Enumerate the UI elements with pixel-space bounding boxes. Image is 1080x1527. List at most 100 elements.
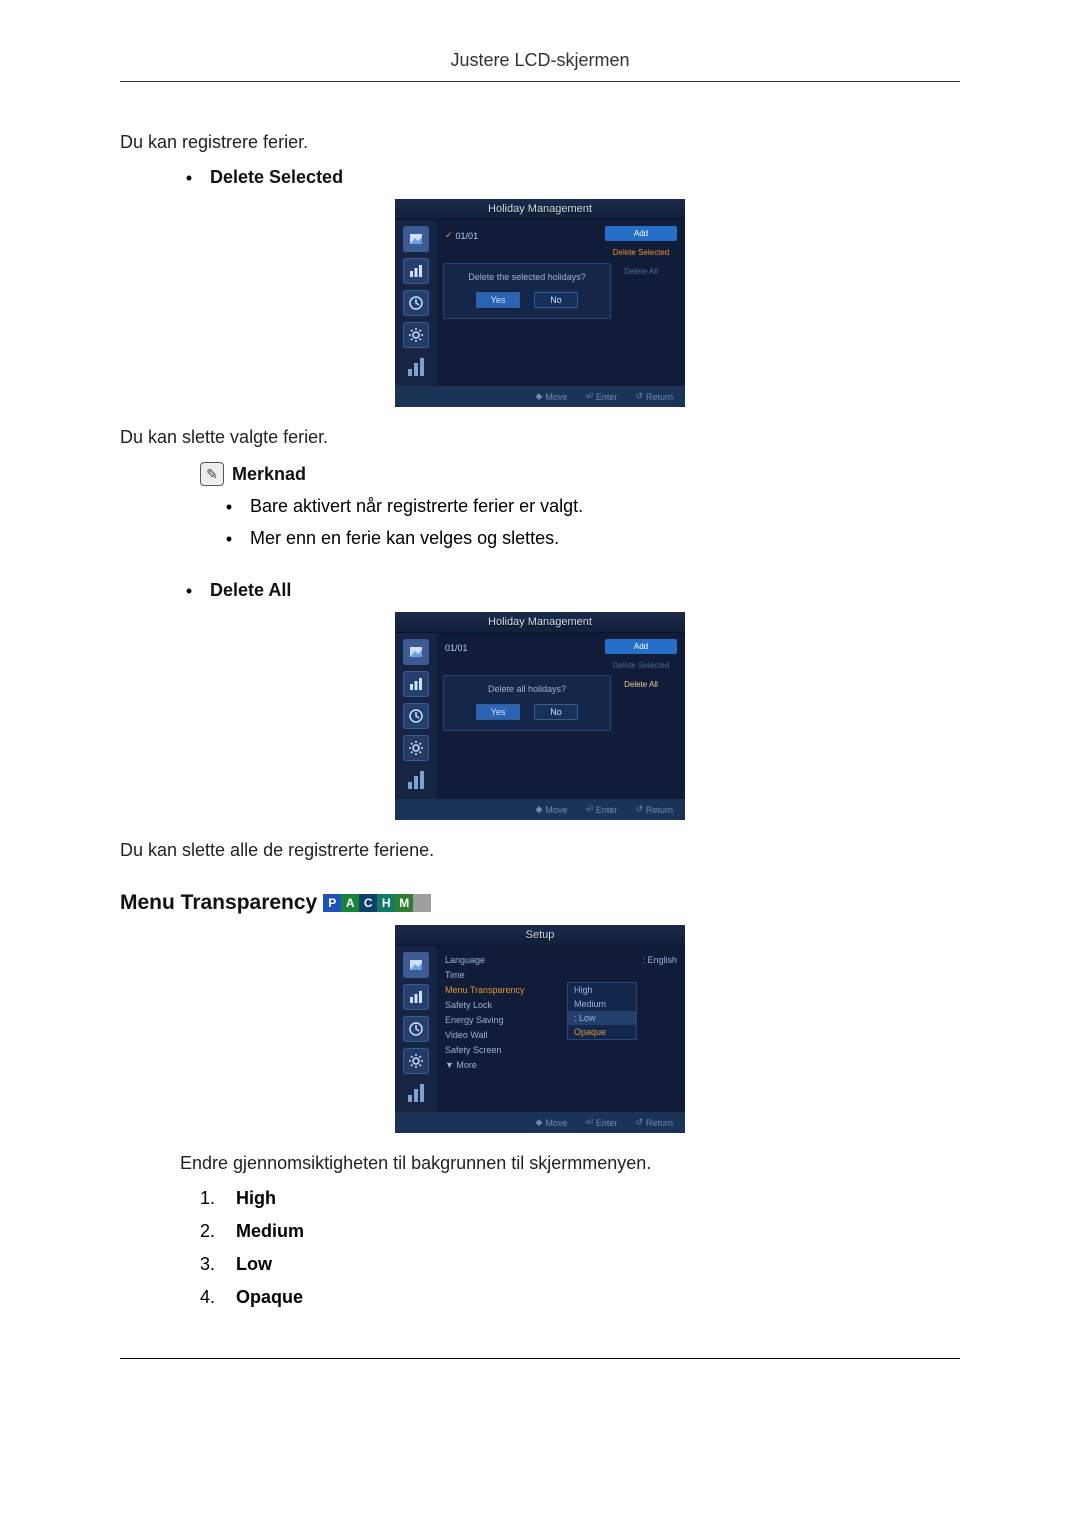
setup-row-more[interactable]: ▼ More bbox=[443, 1059, 679, 1071]
list-label: High bbox=[236, 1188, 276, 1209]
option-medium[interactable]: Medium bbox=[568, 997, 636, 1011]
footer-return-label: Return bbox=[646, 392, 673, 402]
list-item-opaque: 4. Opaque bbox=[200, 1287, 960, 1308]
bars-icon bbox=[403, 1080, 429, 1106]
no-button[interactable]: No bbox=[534, 704, 578, 720]
osd-body: ✓ 01/01 Add Delete Selected Delete All D… bbox=[395, 220, 685, 386]
clock-icon bbox=[403, 703, 429, 729]
osd-dialog-buttons: Yes No bbox=[452, 292, 602, 308]
setup-row-energy-saving[interactable]: Energy Saving bbox=[443, 1014, 679, 1026]
clock-icon bbox=[403, 290, 429, 316]
tag-m: M bbox=[395, 894, 413, 912]
row-label: ▼ More bbox=[445, 1060, 477, 1070]
transparency-options-list: 1. High 2. Medium 3. Low 4. Opaque bbox=[200, 1188, 960, 1308]
tag-p: P bbox=[323, 894, 341, 912]
osd-date: 01/01 bbox=[456, 231, 479, 241]
gear-icon bbox=[403, 1048, 429, 1074]
osd-action-delete-selected[interactable]: Delete Selected bbox=[605, 245, 677, 260]
setup-row-safety-screen[interactable]: Safety Screen bbox=[443, 1044, 679, 1056]
row-label: Safety Lock bbox=[445, 1000, 492, 1010]
footer-divider bbox=[120, 1358, 960, 1359]
note-label: Merknad bbox=[232, 464, 306, 485]
footer-return: ↺ Return bbox=[635, 391, 673, 402]
list-label: Low bbox=[236, 1254, 272, 1275]
osd-sidebar bbox=[395, 946, 437, 1112]
bullet-dot-icon: • bbox=[220, 496, 238, 518]
opt-label: Low bbox=[579, 1013, 596, 1023]
picture-icon bbox=[403, 639, 429, 665]
chart-icon bbox=[403, 258, 429, 284]
footer-return: ↺ Return bbox=[635, 1117, 673, 1128]
list-item-low: 3. Low bbox=[200, 1254, 960, 1275]
footer-move: ◆ Move bbox=[535, 804, 567, 815]
osd-delete-selected: Holiday Management bbox=[395, 199, 685, 407]
tag-blank bbox=[413, 894, 431, 912]
osd-footer: ◆ Move ⏎ Enter ↺ Return bbox=[395, 386, 685, 407]
note-icon: ✎ bbox=[200, 462, 224, 486]
osd-footer: ◆ Move ⏎ Enter ↺ Return bbox=[395, 1112, 685, 1133]
osd-action-add[interactable]: Add bbox=[605, 226, 677, 241]
footer-enter: ⏎ Enter bbox=[585, 804, 617, 815]
bullet-delete-selected: • Delete Selected bbox=[180, 167, 960, 189]
bullet-dot-icon: • bbox=[180, 580, 198, 602]
osd-sidebar bbox=[395, 633, 437, 799]
menu-transparency-heading: Menu Transparency bbox=[120, 891, 317, 915]
bullet-delete-all: • Delete All bbox=[180, 580, 960, 602]
setup-row-safety-lock[interactable]: Safety Lock bbox=[443, 999, 679, 1011]
osd-main: Language : English Time Menu Transparenc… bbox=[437, 946, 685, 1112]
yes-button[interactable]: Yes bbox=[476, 704, 520, 720]
row-value: : English bbox=[642, 955, 677, 965]
osd-delete-selected-wrap: Holiday Management bbox=[120, 199, 960, 407]
row-label: Energy Saving bbox=[445, 1015, 504, 1025]
row-label: Language bbox=[445, 955, 485, 965]
menu-transparency-after: Endre gjennomsiktigheten til bakgrunnen … bbox=[180, 1153, 960, 1174]
list-number: 4. bbox=[200, 1287, 222, 1308]
delete-all-after: Du kan slette alle de registrerte ferien… bbox=[120, 840, 960, 861]
page: Justere LCD-skjermen Du kan registrere f… bbox=[0, 0, 1080, 1419]
osd-delete-all: Holiday Management bbox=[395, 612, 685, 820]
row-label: Menu Transparency bbox=[445, 985, 525, 995]
list-number: 3. bbox=[200, 1254, 222, 1275]
bullet-delete-all-label: Delete All bbox=[210, 580, 291, 601]
check-icon: ✓ bbox=[445, 230, 453, 241]
footer-enter: ⏎ Enter bbox=[585, 391, 617, 402]
osd-main: ✓ 01/01 Add Delete Selected Delete All D… bbox=[437, 220, 685, 386]
tag-h: H bbox=[377, 894, 395, 912]
setup-row-menu-transparency[interactable]: Menu Transparency bbox=[443, 984, 679, 996]
list-item-medium: 2. Medium bbox=[200, 1221, 960, 1242]
note-bullet-2: • Mer enn en ferie kan velges og slettes… bbox=[220, 528, 960, 550]
osd-action-delete-selected[interactable]: Delete Selected bbox=[605, 658, 677, 673]
option-low[interactable]: : Low bbox=[568, 1011, 636, 1025]
osd-body: Language : English Time Menu Transparenc… bbox=[395, 946, 685, 1112]
row-label: Time bbox=[445, 970, 465, 980]
osd-delete-all-wrap: Holiday Management bbox=[120, 612, 960, 820]
osd-title: Setup bbox=[395, 925, 685, 946]
setup-row-language[interactable]: Language : English bbox=[443, 954, 679, 966]
chart-icon bbox=[403, 671, 429, 697]
setup-row-video-wall[interactable]: Video Wall bbox=[443, 1029, 679, 1041]
bars-icon bbox=[403, 767, 429, 793]
bullet-delete-selected-label: Delete Selected bbox=[210, 167, 343, 188]
osd-setup-wrap: Setup bbox=[120, 925, 960, 1133]
option-high[interactable]: High bbox=[568, 983, 636, 997]
option-opaque[interactable]: Opaque bbox=[568, 1025, 636, 1039]
osd-action-delete-all[interactable]: Delete All bbox=[605, 264, 677, 279]
osd-action-delete-all[interactable]: Delete All bbox=[605, 677, 677, 692]
setup-row-time[interactable]: Time bbox=[443, 969, 679, 981]
osd-action-add[interactable]: Add bbox=[605, 639, 677, 654]
osd-confirm-dialog: Delete the selected holidays? Yes No bbox=[443, 263, 611, 319]
picture-icon bbox=[403, 226, 429, 252]
row-label: Safety Screen bbox=[445, 1045, 502, 1055]
osd-setup: Setup bbox=[395, 925, 685, 1133]
osd-title: Holiday Management bbox=[395, 199, 685, 220]
page-title: Justere LCD-skjermen bbox=[120, 50, 960, 82]
osd-dialog-question: Delete all holidays? bbox=[452, 684, 602, 694]
footer-move-label: Move bbox=[545, 392, 567, 402]
intro-text: Du kan registrere ferier. bbox=[120, 132, 960, 153]
osd-setup-list: Language : English Time Menu Transparenc… bbox=[443, 952, 679, 1073]
yes-button[interactable]: Yes bbox=[476, 292, 520, 308]
no-button[interactable]: No bbox=[534, 292, 578, 308]
list-number: 1. bbox=[200, 1188, 222, 1209]
footer-move: ◆ Move bbox=[535, 391, 567, 402]
osd-date: 01/01 bbox=[445, 643, 468, 653]
